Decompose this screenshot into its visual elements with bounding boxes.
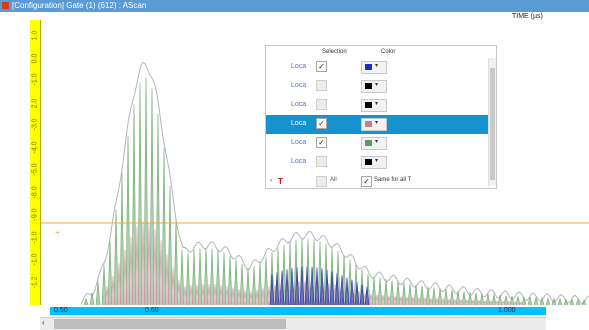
chevron-down-icon: ▾: [375, 101, 379, 107]
selection-checkbox[interactable]: [316, 80, 327, 91]
y-tick: 1.0: [31, 30, 39, 41]
chevron-down-icon: ▾: [375, 63, 379, 69]
time-axis-label: TIME (µs): [512, 13, 543, 20]
selection-checkbox[interactable]: [316, 156, 327, 167]
color-picker-button[interactable]: ▾: [361, 118, 387, 131]
gate-marker-icon[interactable]: +: [55, 228, 60, 237]
all-checkbox[interactable]: [316, 176, 327, 187]
app-icon: [2, 2, 9, 9]
y-tick: -3.0: [31, 118, 39, 131]
header-selection: Selection: [322, 49, 347, 55]
legend-row[interactable]: Loca ✓ ▾: [266, 115, 488, 134]
same-for-all-label: Same for all T: [374, 177, 412, 183]
chevron-down-icon: ▾: [375, 158, 379, 164]
x-tick: 1.000: [498, 307, 516, 314]
y-tick: -8.0: [31, 185, 39, 198]
horizontal-scrollbar[interactable]: ‹: [40, 317, 546, 330]
window-title: [Configuration] Gate (1) (612) : AScan: [12, 1, 147, 10]
same-for-all-checkbox[interactable]: ✓: [361, 176, 372, 187]
left-panel: [0, 12, 30, 330]
time-ruler[interactable]: 0.50 0.60 1.000: [50, 307, 546, 315]
color-picker-button[interactable]: ▾: [361, 99, 387, 112]
color-picker-button[interactable]: ▾: [361, 156, 387, 169]
selection-legend-panel: Selection Color Loca ✓ ▾ Loca ▾ Loca ▾ Loca ✓ ▾ Lo…: [265, 45, 497, 189]
color-swatch: [365, 83, 372, 89]
color-picker-button[interactable]: ▾: [361, 137, 387, 150]
y-tick: -1.0: [31, 253, 39, 266]
y-tick: 0.0: [31, 53, 39, 63]
selection-checkbox[interactable]: ✓: [316, 61, 327, 72]
selection-checkbox[interactable]: [316, 99, 327, 110]
color-swatch: [365, 140, 372, 146]
legend-scrollbar[interactable]: [488, 58, 496, 186]
legend-row[interactable]: Loca ▾: [266, 77, 488, 96]
y-tick: -4.0: [31, 140, 39, 153]
legend-row[interactable]: Loca ✓ ▾: [266, 58, 488, 77]
color-picker-button[interactable]: ▾: [361, 61, 387, 74]
header-color: Color: [381, 49, 396, 55]
y-tick: -1.0: [31, 73, 39, 86]
color-swatch: [365, 159, 372, 165]
legend-row-name: Loca: [291, 63, 307, 70]
y-tick: -5.0: [31, 163, 39, 176]
color-swatch: [365, 64, 372, 70]
scroll-thumb[interactable]: [54, 319, 286, 329]
expand-icon[interactable]: ›: [270, 178, 272, 184]
chevron-down-icon: ▾: [375, 82, 379, 88]
legend-row[interactable]: Loca ▾: [266, 96, 488, 115]
y-tick: 2.0: [31, 98, 39, 108]
color-swatch: [365, 121, 372, 127]
scroll-left-icon[interactable]: ‹: [42, 318, 45, 327]
selection-checkbox[interactable]: ✓: [316, 137, 327, 148]
legend-row[interactable]: Loca ✓ ▾: [266, 134, 488, 153]
legend-row-name: Loca: [291, 101, 307, 108]
legend-footer: › T All ✓ Same for all T: [266, 176, 488, 188]
legend-row-name: Loca: [291, 158, 307, 165]
t-marker-icon: T: [278, 177, 283, 186]
all-label: All: [330, 177, 337, 183]
legend-scroll-thumb[interactable]: [490, 68, 495, 180]
y-tick: -1.0: [31, 230, 39, 243]
color-swatch: [365, 102, 372, 108]
y-tick: -1.2: [31, 275, 39, 288]
color-picker-button[interactable]: ▾: [361, 80, 387, 93]
chevron-down-icon: ▾: [375, 120, 379, 126]
y-tick: -9.0: [31, 208, 39, 221]
x-tick: 0.50: [54, 307, 68, 314]
x-tick: 0.60: [145, 307, 159, 314]
legend-row-name: Loca: [291, 82, 307, 89]
amplitude-ruler[interactable]: 1.0 0.0 -1.0 2.0 -3.0 -4.0 -5.0 -8.0 -9.0 -1.0 -1.…: [30, 20, 41, 305]
chevron-down-icon: ▾: [375, 139, 379, 145]
selection-checkbox[interactable]: ✓: [316, 118, 327, 129]
legend-row-name: Loca: [291, 120, 307, 127]
legend-row-name: Loca: [291, 139, 307, 146]
legend-row[interactable]: Loca ▾: [266, 153, 488, 172]
title-bar: [Configuration] Gate (1) (612) : AScan: [0, 0, 589, 12]
